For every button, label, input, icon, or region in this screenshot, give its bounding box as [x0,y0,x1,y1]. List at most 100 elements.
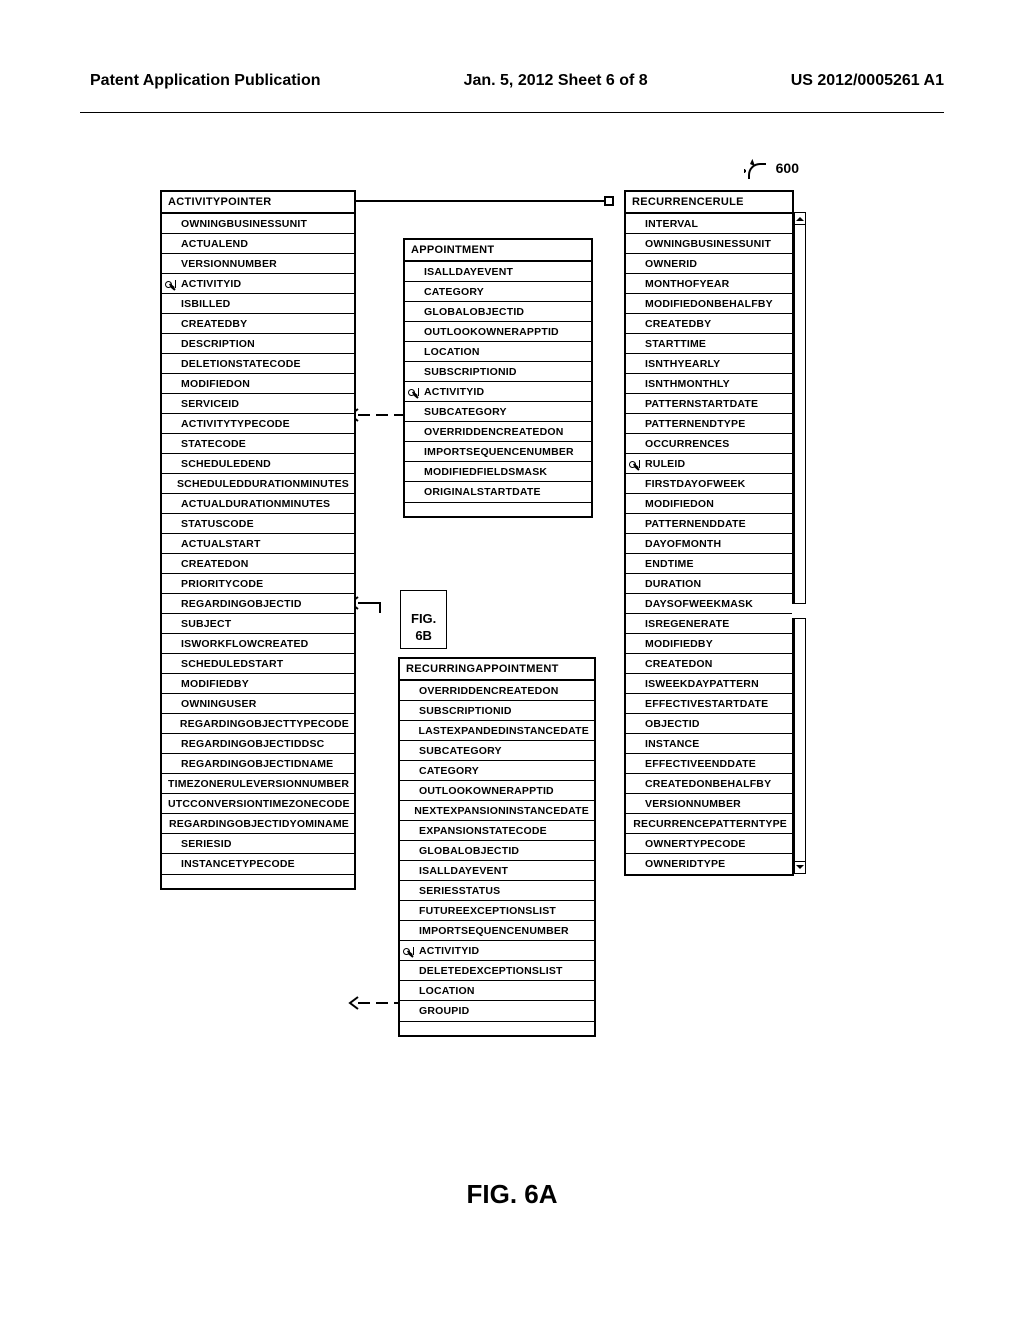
field-row: SERIESSTATUS [400,881,594,901]
header-right: US 2012/0005261 A1 [791,72,944,90]
field-row: REGARDINGOBJECTIDDSC [162,734,354,754]
field-name: ISWEEKDAYPATTERN [640,675,764,693]
key-icon [400,947,414,955]
field-name: LOCATION [414,982,480,1000]
field-name: OWNERTYPECODE [640,835,751,853]
field-row: CATEGORY [400,761,594,781]
field-name: REGARDINGOBJECTID [176,595,307,613]
field-name: PATTERNENDDATE [640,515,751,533]
fig-6b-callout: FIG. 6B [400,590,447,649]
field-row: INSTANCETYPECODE [162,854,354,874]
scroll-up-icon[interactable] [795,213,805,225]
field-row: OWNERTYPECODE [626,834,792,854]
field-row: DURATION [626,574,792,594]
field-row: OVERRIDDENCREATEDON [405,422,591,442]
field-row: LOCATION [400,981,594,1001]
field-row: LOCATION [405,342,591,362]
field-name: SERVICEID [176,395,244,413]
field-row: OCCURRENCES [626,434,792,454]
field-row: ACTUALSTART [162,534,354,554]
field-row: VERSIONNUMBER [162,254,354,274]
field-row: ISWEEKDAYPATTERN [626,674,792,694]
field-row: SUBCATEGORY [405,402,591,422]
field-row: CREATEDONBEHALFBY [626,774,792,794]
field-name: DURATION [640,575,706,593]
field-row: OUTLOOKOWNERAPPTID [405,322,591,342]
field-name: PATTERNENDTYPE [640,415,750,433]
field-row: ISREGENERATE [626,614,792,634]
field-name: OWNINGUSER [176,695,262,713]
field-name: SERIESID [176,835,237,853]
field-row: ISALLDAYEVENT [400,861,594,881]
field-row: IMPORTSEQUENCENUMBER [405,442,591,462]
field-name: STATUSCODE [176,515,259,533]
entity-title: RECURRENCERULE [626,192,792,214]
field-row: SCHEDULEDSTART [162,654,354,674]
field-row: RECURRENCEPATTERNTYPE [626,814,792,834]
header-left: Patent Application Publication [90,72,321,90]
field-row: ORIGINALSTARTDATE [405,482,591,502]
field-name: IMPORTSEQUENCENUMBER [414,922,574,940]
field-row: REGARDINGOBJECTTYPECODE [162,714,354,734]
field-row: SERIESID [162,834,354,854]
field-name: SCHEDULEDEND [176,455,276,473]
field-row: INTERVAL [626,214,792,234]
field-name: DELETIONSTATECODE [176,355,306,373]
field-name: REGARDINGOBJECTIDDSC [176,735,329,753]
field-row: PRIORITYCODE [162,574,354,594]
field-name: SUBJECT [176,615,236,633]
entity-fields: INTERVALOWNINGBUSINESSUNITOWNERIDMONTHOF… [626,214,792,874]
field-row: PATTERNSTARTDATE [626,394,792,414]
entity-fields: OWNINGBUSINESSUNITACTUALENDVERSIONNUMBER… [162,214,354,874]
field-row: UTCCONVERSIONTIMEZONECODE [162,794,354,814]
scrollbar-break [792,603,806,619]
field-row: OUTLOOKOWNERAPPTID [400,781,594,801]
field-row: IMPORTSEQUENCENUMBER [400,921,594,941]
field-name: ACTUALDURATIONMINUTES [176,495,335,513]
entity-footer [405,502,591,516]
field-row: TIMEZONERULEVERSIONNUMBER [162,774,354,794]
key-icon [408,388,416,396]
scrollbar[interactable] [794,212,806,874]
key-icon [165,280,173,288]
scroll-down-icon[interactable] [795,861,805,873]
field-name: ACTUALEND [176,235,253,253]
field-name: INTERVAL [640,215,703,233]
field-name: OWNERIDTYPE [640,855,730,873]
field-name: SUBSCRIPTIONID [414,702,517,720]
field-row: ACTUALEND [162,234,354,254]
field-row: STATECODE [162,434,354,454]
field-row: LASTEXPANDEDINSTANCEDATE [400,721,594,741]
field-name: VERSIONNUMBER [640,795,746,813]
field-row: SCHEDULEDDURATIONMINUTES [162,474,354,494]
field-row: FIRSTDAYOFWEEK [626,474,792,494]
field-row: SCHEDULEDEND [162,454,354,474]
field-row: OBJECTID [626,714,792,734]
field-name: GLOBALOBJECTID [414,842,524,860]
field-name: MODIFIEDON [176,375,255,393]
entity-footer [162,874,354,888]
header-center: Jan. 5, 2012 Sheet 6 of 8 [464,72,648,90]
diagram: 600 ACTIVITYPOINTER O [0,135,1024,1155]
field-name: ISBILLED [176,295,235,313]
field-name: MODIFIEDON [640,495,719,513]
field-name: ACTIVITYID [419,383,489,401]
entity-appointment: APPOINTMENT ISALLDAYEVENTCATEGORYGLOBALO… [403,238,593,518]
field-row: ISWORKFLOWCREATED [162,634,354,654]
field-row: CATEGORY [405,282,591,302]
field-name: CATEGORY [419,283,489,301]
field-row: PATTERNENDTYPE [626,414,792,434]
field-row: VERSIONNUMBER [626,794,792,814]
field-name: CATEGORY [414,762,484,780]
field-name: ISWORKFLOWCREATED [176,635,313,653]
reference-numeral-600: 600 [776,160,799,176]
field-row: REGARDINGOBJECTIDNAME [162,754,354,774]
field-row: EXPANSIONSTATECODE [400,821,594,841]
field-name: FIRSTDAYOFWEEK [640,475,750,493]
field-name: NEXTEXPANSIONINSTANCEDATE [409,802,594,820]
field-row: ISNTHYEARLY [626,354,792,374]
field-row: DELETEDEXCEPTIONSLIST [400,961,594,981]
field-row: SUBCATEGORY [400,741,594,761]
field-name: TIMEZONERULEVERSIONNUMBER [163,775,354,793]
field-name: INSTANCETYPECODE [176,855,300,873]
